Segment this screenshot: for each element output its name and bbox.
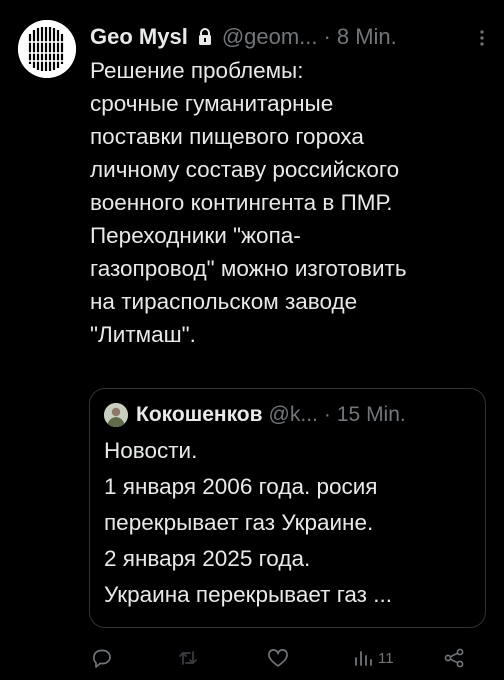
quoted-author-handle[interactable]: @k... xyxy=(269,403,318,427)
quoted-separator-dot: · xyxy=(323,403,331,426)
tweet-text-line: "Литмаш". xyxy=(90,322,196,347)
tweet-text-line: срочные гуманитарные xyxy=(90,91,334,116)
author-handle[interactable]: @geom... xyxy=(222,24,318,50)
views-button[interactable]: 11 xyxy=(352,644,394,672)
separator-dot: · xyxy=(323,24,331,49)
tweet-text-line: поставки пищевого гороха xyxy=(90,124,364,149)
quoted-tweet-header: Кокошенков @k... · 15 Min. xyxy=(104,401,406,429)
tweet-text-line: Переходники "жопа- xyxy=(90,223,301,248)
quoted-text-line: перекрывает газ Украине. xyxy=(104,510,374,535)
avatar-pattern-icon xyxy=(18,20,76,78)
quoted-text-line: Новости. xyxy=(104,438,198,463)
quoted-text-line: 2 января 2025 года. xyxy=(104,546,311,571)
like-button[interactable] xyxy=(266,644,290,672)
retweet-icon xyxy=(179,651,197,665)
tweet-text-line: газопровод" можно изготовить xyxy=(90,256,407,281)
tweet-text: Решение проблемы: срочные гуманитарные п… xyxy=(90,54,490,351)
share-button[interactable] xyxy=(442,644,466,672)
tweet-text-line: личному составу российского xyxy=(90,157,400,182)
retweet-button[interactable] xyxy=(176,644,200,672)
reply-button[interactable] xyxy=(90,644,114,672)
reply-icon xyxy=(93,649,111,668)
lock-icon xyxy=(196,27,214,47)
like-icon xyxy=(268,649,288,667)
tweet-text-line: на тираспольском заводе xyxy=(90,289,358,314)
quoted-author-name[interactable]: Кокошенков xyxy=(136,403,263,427)
tweet-text-line: Решение проблемы: xyxy=(90,58,304,83)
action-bar: 11 xyxy=(90,644,486,672)
tweet-header: Geo Mysl @geom... · 8 Min. xyxy=(90,22,397,52)
quoted-text-line: Украина перекрывает газ ... xyxy=(104,582,392,607)
quoted-avatar xyxy=(104,403,128,427)
tweet-text-line: военного контингента в ПМР. xyxy=(90,190,393,215)
author-name[interactable]: Geo Mysl xyxy=(90,24,188,50)
tweet[interactable]: Geo Mysl @geom... · 8 Min. Решение пробл… xyxy=(0,0,504,680)
quoted-tweet[interactable]: Кокошенков @k... · 15 Min. Новости. 1 ян… xyxy=(89,388,486,628)
avatar[interactable] xyxy=(18,20,76,78)
share-icon xyxy=(444,648,464,668)
quoted-timestamp[interactable]: 15 Min. xyxy=(337,403,406,427)
timestamp[interactable]: 8 Min. xyxy=(337,24,397,50)
quoted-text-line: 1 января 2006 года. росия xyxy=(104,474,378,499)
quoted-tweet-text: Новости. 1 января 2006 года. росия перек… xyxy=(104,433,392,613)
views-icon xyxy=(355,651,372,666)
views-count: 11 xyxy=(378,649,394,667)
more-icon[interactable] xyxy=(474,26,490,50)
